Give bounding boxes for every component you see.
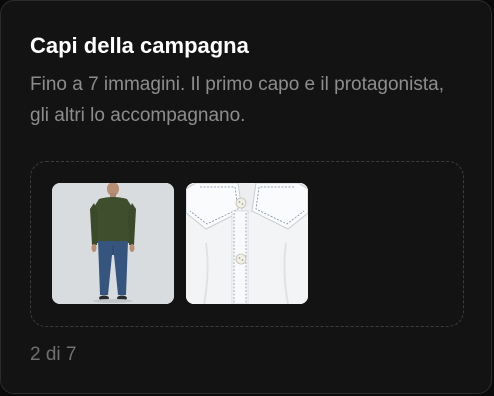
image-counter: 2 di 7 bbox=[30, 344, 77, 365]
model-sweater-image bbox=[52, 183, 174, 304]
white-shirt-image bbox=[186, 183, 308, 304]
garment-thumbnail-primary[interactable] bbox=[52, 183, 174, 304]
garment-thumbnail-secondary[interactable] bbox=[186, 183, 308, 304]
card-description: Fino a 7 immagini. Il primo capo e il pr… bbox=[30, 74, 444, 126]
card-title: Capi della campagna bbox=[30, 33, 249, 58]
